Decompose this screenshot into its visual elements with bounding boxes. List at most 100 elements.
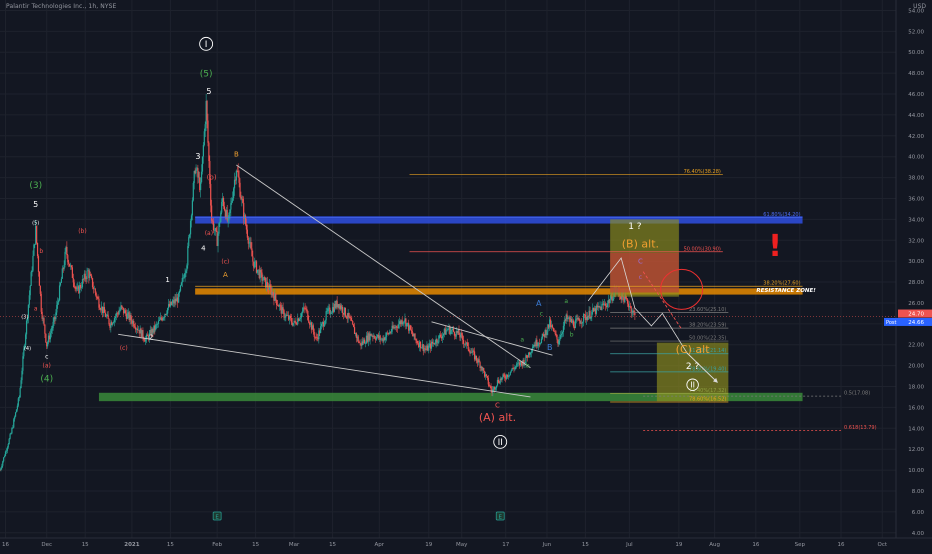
candle-body (440, 334, 442, 337)
time-tick-label: 15 (252, 542, 259, 548)
candle (15, 409, 18, 413)
candle-body (478, 359, 480, 363)
fib-label: 50.00%(30.90) (684, 246, 721, 252)
candle-body (248, 242, 250, 244)
wave-label-text: A (536, 299, 542, 308)
candle-body (261, 272, 263, 281)
candle-body (490, 386, 492, 390)
candle-body (119, 309, 121, 312)
wave-label: ! (768, 229, 782, 264)
wave-label-text: a (520, 337, 524, 344)
wave-label: 3 (195, 152, 200, 161)
candle-body (385, 336, 387, 340)
candle (36, 242, 39, 259)
wave-label-text: (5) (32, 221, 39, 227)
candle-body (217, 233, 219, 246)
wave-label-text: (3) (29, 181, 42, 191)
candle-body (582, 321, 584, 324)
candle-body (19, 388, 21, 397)
candle-body (207, 120, 209, 143)
candle (353, 324, 355, 328)
wave-label: B (547, 343, 553, 352)
candle-body (349, 316, 351, 318)
time-tick-label: 16 (2, 542, 9, 548)
post-price-tag: Post 24.66 (884, 317, 932, 326)
candle-body (612, 298, 614, 301)
candle-body (45, 333, 47, 343)
wave-label-text: C (495, 401, 500, 409)
candle-body (308, 319, 310, 323)
candle-body (530, 351, 532, 353)
candle-body (66, 246, 68, 256)
candle-body (467, 342, 469, 350)
candle-body (260, 270, 262, 273)
candle-body (98, 298, 100, 308)
time-tick-label: Apr (375, 542, 385, 548)
price-tick-label: 32.00 (908, 238, 924, 244)
wave-label-text: a (564, 298, 568, 305)
wave-label-text: II (498, 438, 503, 448)
candle-body (33, 244, 35, 256)
candle-body (8, 438, 10, 445)
wave-label-text: ! (768, 229, 782, 264)
candle-body (163, 317, 165, 318)
price-tick-label: 48.00 (908, 71, 924, 77)
candle-body (364, 343, 367, 345)
candle-body (71, 267, 73, 279)
resistance-zone-label: RESISTANCE ZONE! (756, 288, 816, 294)
candle-body (458, 329, 460, 335)
candle-body (233, 179, 236, 189)
price-tick-label: 10.00 (908, 468, 924, 474)
time-tick-label: 16 (752, 542, 759, 548)
wave-label-text: II (690, 381, 695, 390)
candle-body (17, 398, 19, 406)
price-chart[interactable]: 76.40%(38.28) 61.80%(34.20) 50.00%(30.90) 3… (0, 0, 932, 550)
candle (13, 417, 15, 429)
candle-body (504, 375, 506, 379)
candle-body (25, 320, 28, 335)
candle-body (331, 312, 333, 314)
candle-body (40, 293, 42, 312)
candle-body (307, 310, 309, 320)
earnings-event-marker: E (495, 511, 505, 521)
candle-body (55, 312, 57, 320)
wave-label: c (45, 353, 48, 360)
wave-label: C (638, 257, 643, 265)
wave-label-text: (a) (205, 230, 213, 237)
wave-label-text: (c) (221, 258, 229, 265)
candle-body (183, 277, 185, 279)
candle-body (184, 273, 186, 278)
candle-body (542, 333, 544, 335)
candle-body (609, 298, 611, 303)
candle-body (574, 320, 576, 329)
candle-body (112, 323, 114, 325)
candle-body (416, 340, 418, 344)
candle-body (21, 370, 23, 381)
time-tick-label: Sep (795, 542, 806, 548)
candle-body (344, 307, 346, 317)
candle-body (403, 321, 405, 323)
candle-body (235, 170, 237, 181)
candle-body (16, 405, 19, 410)
candle-body (447, 329, 449, 331)
price-tick-label: 40.00 (908, 155, 924, 161)
candle-body (326, 311, 328, 312)
candle-body (462, 335, 464, 340)
candle-body (160, 317, 162, 319)
price-tick-label: 44.00 (908, 113, 924, 119)
candle-body (52, 321, 54, 329)
time-tick-label: 15 (167, 542, 174, 548)
wave-label-text: 1 ? (628, 222, 642, 232)
candle-body (49, 333, 51, 340)
candle-body (3, 455, 6, 458)
candle-body (562, 325, 565, 333)
candle-body (60, 278, 62, 283)
candle (33, 243, 35, 257)
candle-body (211, 220, 214, 222)
candle-body (583, 314, 586, 315)
candle-body (50, 330, 52, 334)
candle-body (192, 182, 194, 201)
candle-body (63, 264, 65, 269)
candle-body (563, 320, 565, 326)
chart-stage[interactable]: 76.40%(38.28) 61.80%(34.20) 50.00%(30.90) 3… (0, 0, 932, 550)
